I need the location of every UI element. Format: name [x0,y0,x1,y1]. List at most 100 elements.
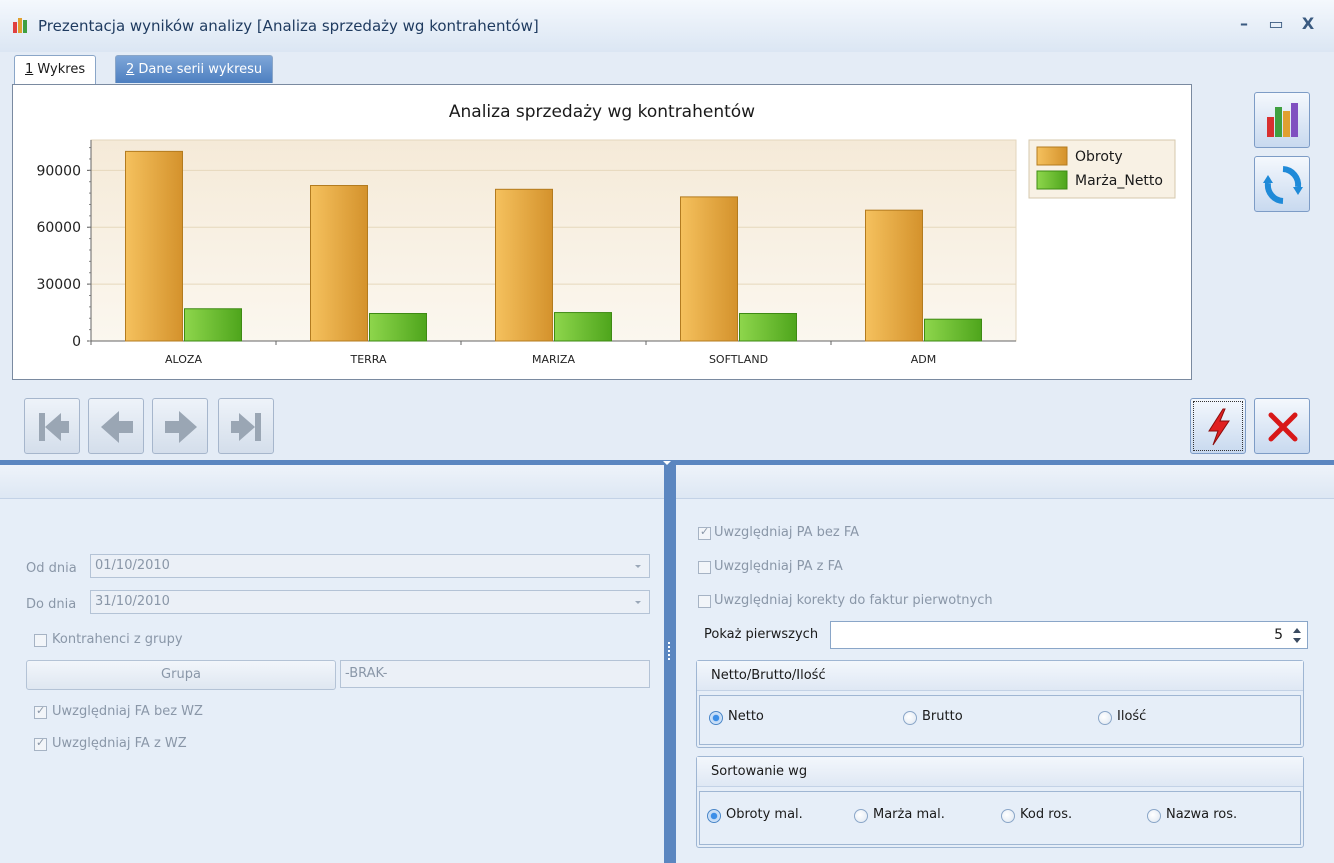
y-tick-label: 30000 [36,277,81,293]
stepper-up-icon[interactable] [1293,628,1301,633]
nazwa-ros-label: Nazwa ros. [1166,807,1238,822]
od-dnia-label: Od dnia [26,561,77,576]
netto-brutto-options [699,695,1301,745]
x-tick-label: SOFTLAND [709,353,768,366]
next-arrow-icon [165,411,197,443]
netto-brutto-group-title: Netto/Brutto/Ilość [697,661,1303,691]
right-panel-header [676,465,1334,499]
marza-mal-radio[interactable] [854,809,868,823]
x-tick-label: ALOZA [165,353,202,366]
fa-bez-wz-checkbox[interactable] [34,704,47,719]
od-dnia-date-field[interactable]: 01/10/2010 [90,554,650,578]
bar-obroty [310,185,368,342]
tab-wykres-label: Wykres [33,62,86,77]
maximize-button[interactable]: ▭ [1264,12,1288,36]
x-tick-label: ADM [911,353,937,366]
previous-arrow-icon [101,411,133,443]
tab-wykres[interactable]: 1 Wykres [14,55,97,85]
y-tick-label: 90000 [36,163,81,179]
bar-chart: Analiza sprzedaży wg kontrahentów 0 30000 6… [36,102,1176,366]
pa-bez-fa-checkbox[interactable] [698,525,711,540]
legend-label: Marża_Netto [1075,173,1163,189]
legend-swatch [1036,146,1068,166]
fa-z-wz-checkbox[interactable] [34,736,47,751]
previous-record-button[interactable] [88,398,144,454]
next-record-button[interactable] [152,398,208,454]
grupa-button[interactable]: Grupa [26,660,336,690]
cancel-button[interactable] [1254,398,1310,454]
close-button[interactable]: X [1296,12,1320,36]
obroty-mal-radio[interactable] [707,809,721,823]
bar-marza-netto [184,308,242,342]
splitter-grip-dots-icon [668,642,672,660]
ilosc-radio[interactable] [1098,711,1112,725]
bar-marza-netto [369,313,427,342]
sortowanie-group: Sortowanie wg [696,756,1304,848]
window-title: Prezentacja wyników analizy [Analiza spr… [38,17,539,35]
left-panel-header [0,465,664,499]
fa-bez-wz-label: Uwzględniaj FA bez WZ [52,704,203,719]
lightning-icon [1208,408,1230,446]
brutto-label: Brutto [922,709,963,724]
do-dnia-value: 31/10/2010 [95,594,170,609]
bar-obroty [865,209,923,342]
kod-ros-label: Kod ros. [1020,807,1073,822]
tab-dane-serii[interactable]: 2 Dane serii wykresu [115,55,274,83]
x-tick-label: TERRA [349,353,387,366]
chart-type-button[interactable] [1254,92,1310,148]
bar-marza-netto [739,313,797,342]
od-dnia-value: 01/10/2010 [95,558,170,573]
obroty-mal-label: Obroty mal. [726,807,803,822]
pa-bez-fa-label: Uwzględniaj PA bez FA [714,525,860,540]
korekty-checkbox[interactable] [698,595,711,608]
pokaz-pierwszych-label: Pokaż pierwszych [704,627,819,642]
marza-mal-label: Marża mal. [873,807,945,822]
y-tick-label: 0 [72,334,81,350]
bar-obroty [495,188,553,342]
brutto-radio[interactable] [903,711,917,725]
bar-marza-netto [924,318,982,342]
first-record-button[interactable] [24,398,80,454]
legend-label: Obroty [1075,149,1123,165]
vertical-splitter[interactable] [664,465,676,863]
execute-button[interactable] [1190,398,1246,454]
minimize-button[interactable]: – [1232,12,1256,36]
netto-label: Netto [728,709,764,724]
chart-area: Analiza sprzedaży wg kontrahentów 0 30000 6… [12,84,1192,380]
do-dnia-date-field[interactable]: 31/10/2010 [90,590,650,614]
close-red-icon [1268,412,1298,442]
stepper-down-icon[interactable] [1293,638,1301,643]
chart-bars-icon [1267,103,1298,137]
netto-radio[interactable] [709,711,723,725]
bar-marza-netto [554,312,612,342]
bar-obroty [125,150,183,342]
grupa-value-field[interactable]: -BRAK- [340,660,650,688]
refresh-icon [1263,166,1303,204]
tab-dane-serii-label: Dane serii wykresu [134,62,263,77]
title-bar: Prezentacja wyników analizy [Analiza spr… [0,0,1334,52]
first-arrow-icon [39,413,69,441]
pa-z-fa-checkbox[interactable] [698,561,711,574]
last-arrow-icon [231,413,261,441]
pokaz-pierwszych-stepper[interactable]: 5 [830,621,1308,649]
netto-brutto-group: Netto/Brutto/Ilość [696,660,1304,748]
legend-swatch [1036,170,1068,190]
kontrahenci-label: Kontrahenci z grupy [52,632,183,647]
bar-obroty [680,196,738,342]
chevron-down-icon [635,565,641,568]
refresh-button[interactable] [1254,156,1310,212]
pokaz-pierwszych-value: 5 [1274,627,1283,643]
last-record-button[interactable] [218,398,274,454]
x-tick-label: MARIZA [532,353,575,366]
chart-title: Analiza sprzedaży wg kontrahentów [449,102,755,122]
chart-app-icon [13,18,27,33]
kontrahenci-checkbox[interactable] [34,634,47,647]
kod-ros-radio[interactable] [1001,809,1015,823]
y-tick-label: 60000 [36,220,81,236]
sortowanie-group-title: Sortowanie wg [697,757,1303,787]
ilosc-label: Ilość [1117,709,1147,724]
fa-z-wz-label: Uwzględniaj FA z WZ [52,736,187,751]
pa-z-fa-label: Uwzględniaj PA z FA [714,559,843,574]
do-dnia-label: Do dnia [26,597,77,612]
nazwa-ros-radio[interactable] [1147,809,1161,823]
